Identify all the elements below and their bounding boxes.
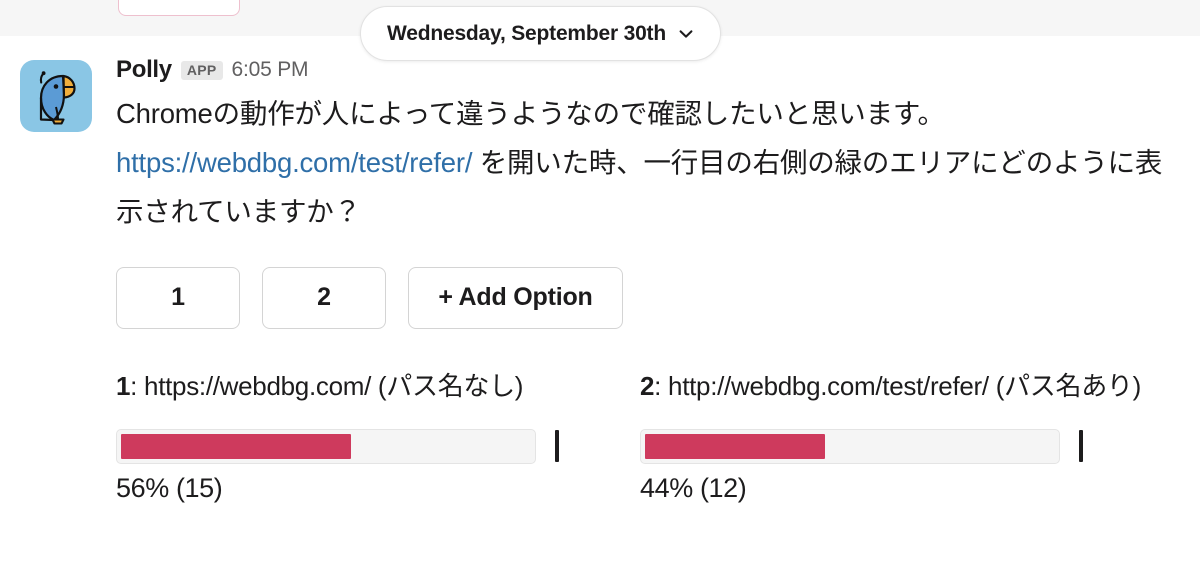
poll-results: 1: https://webdbg.com/ (パス名なし) 56% (15) … — [116, 365, 1180, 504]
poll-option-2-label: 2: http://webdbg.com/test/refer/ (パス名あり) — [640, 365, 1164, 407]
poll-option-2-voter-tick[interactable] — [1079, 430, 1083, 463]
app-badge: APP — [180, 60, 223, 80]
poll-option-1-number: 1 — [116, 370, 131, 401]
poll-option-1-bar-track — [116, 428, 536, 464]
poll-option-2-bar-fill — [645, 433, 826, 459]
vote-button-group: 1 2 + Add Option — [116, 266, 1180, 329]
polly-parrot-avatar-icon[interactable] — [20, 60, 92, 132]
poll-option-1-separator: : — [130, 370, 145, 401]
poll-option-1-bar-fill — [121, 433, 351, 459]
poll-result-option-1: 1: https://webdbg.com/ (パス名なし) 56% (15) — [116, 365, 640, 504]
date-divider-label: Wednesday, September 30th — [387, 21, 666, 45]
poll-option-1-voter-tick[interactable] — [555, 430, 559, 463]
date-divider[interactable]: Wednesday, September 30th — [360, 6, 721, 61]
poll-option-1-percent: 56% (15) — [116, 472, 223, 503]
vote-option-1-button[interactable]: 1 — [116, 266, 240, 329]
message-link[interactable]: https://webdbg.com/test/refer/ — [116, 147, 472, 178]
previous-message-button-stub[interactable] — [118, 0, 240, 16]
poll-option-1-text: https://webdbg.com/ (パス名なし) — [144, 370, 524, 401]
message-body: Polly APP 6:05 PM Chromeの動作が人によって違うようなので… — [116, 52, 1180, 504]
vote-option-2-button[interactable]: 2 — [262, 266, 386, 329]
message-text: Chromeの動作が人によって違うようなので確認したいと思います。 https:/… — [116, 90, 1171, 237]
sender-name[interactable]: Polly — [116, 56, 172, 84]
poll-option-1-label: 1: https://webdbg.com/ (パス名なし) — [116, 365, 640, 407]
chevron-down-icon[interactable] — [678, 26, 694, 42]
poll-option-2-number: 2 — [640, 370, 655, 401]
message-text-before-link: Chromeの動作が人によって違うようなので確認したいと思います。 — [116, 98, 945, 129]
message-row: Polly APP 6:05 PM Chromeの動作が人によって違うようなので… — [0, 44, 1200, 504]
message-timestamp[interactable]: 6:05 PM — [232, 58, 309, 82]
poll-option-1-bar-row — [116, 428, 640, 464]
poll-option-2-bar-row — [640, 428, 1164, 464]
poll-option-2-text: http://webdbg.com/test/refer/ (パス名あり) — [668, 370, 1141, 401]
poll-option-2-bar-track — [640, 428, 1060, 464]
add-option-button[interactable]: + Add Option — [408, 266, 623, 329]
poll-result-option-2: 2: http://webdbg.com/test/refer/ (パス名あり)… — [640, 365, 1164, 504]
poll-option-2-percent: 44% (12) — [640, 472, 747, 503]
poll-option-2-separator: : — [654, 370, 669, 401]
